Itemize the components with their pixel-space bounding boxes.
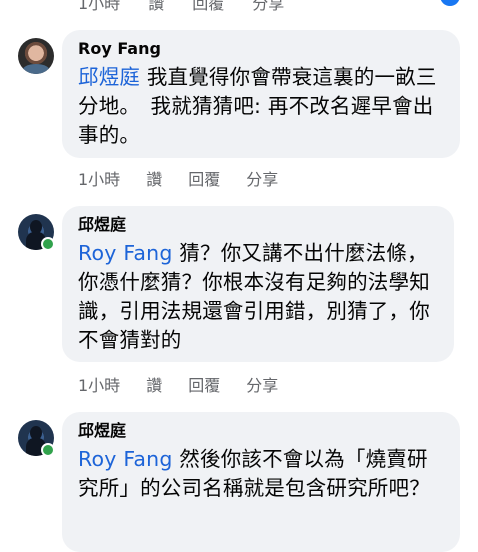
comment-text: Roy Fang 猜？你又講不出什麼法條，你憑什麼猜？你根本沒有足夠的法學知識，… — [78, 239, 438, 355]
comment-bubble: 邱煜庭 Roy Fang 猜？你又講不出什麼法條，你憑什麼猜？你根本沒有足夠的法… — [62, 206, 454, 362]
online-status-icon — [41, 443, 55, 457]
previous-share-button[interactable]: 分享 — [252, 0, 284, 13]
share-button[interactable]: 分享 — [246, 372, 278, 396]
comment-text: Roy Fang 然後你該不會以為「燒賣研究所」的公司名稱就是包含研究所吧？ — [78, 445, 444, 503]
comment-bubble: 邱煜庭 Roy Fang 然後你該不會以為「燒賣研究所」的公司名稱就是包含研究所… — [62, 412, 460, 552]
previous-like-button[interactable]: 讚 — [148, 0, 164, 13]
previous-timestamp: 1小時 — [78, 0, 121, 13]
reply-button[interactable]: 回覆 — [188, 166, 220, 190]
previous-reply-button[interactable]: 回覆 — [192, 0, 224, 13]
comment-actions: 1小時 讚 回覆 分享 — [78, 372, 304, 396]
previous-comment-actions: 1小時 讚 回覆 分享 — [0, 0, 478, 14]
share-button[interactable]: 分享 — [246, 166, 278, 190]
like-button[interactable]: 讚 — [146, 166, 162, 190]
comment-bubble: Roy Fang 邱煜庭 我直覺得你會帶衰這裏的一畝三分地。 我就猜猜吧: 再不… — [62, 30, 460, 158]
mention-link[interactable]: 邱煜庭 — [78, 65, 140, 89]
comment-author[interactable]: 邱煜庭 — [78, 421, 444, 441]
timestamp[interactable]: 1小時 — [78, 166, 120, 190]
online-status-icon — [41, 237, 55, 251]
mention-link[interactable]: Roy Fang — [78, 447, 173, 471]
avatar-roy-fang[interactable] — [18, 38, 54, 74]
comment-author[interactable]: 邱煜庭 — [78, 215, 438, 235]
avatar-chiu[interactable] — [18, 420, 55, 457]
timestamp[interactable]: 1小時 — [78, 372, 120, 396]
reaction-badge-icon[interactable] — [440, 0, 460, 6]
like-button[interactable]: 讚 — [146, 372, 162, 396]
comment-author[interactable]: Roy Fang — [78, 39, 444, 59]
comment-actions: 1小時 讚 回覆 分享 — [78, 166, 304, 190]
reply-button[interactable]: 回覆 — [188, 372, 220, 396]
comment-text: 邱煜庭 我直覺得你會帶衰這裏的一畝三分地。 我就猜猜吧: 再不改名遲早會出事的。 — [78, 63, 444, 150]
mention-link[interactable]: Roy Fang — [78, 241, 173, 265]
previous-actions-row: 1小時 讚 回覆 分享 — [78, 0, 312, 14]
avatar-chiu[interactable] — [18, 214, 55, 251]
